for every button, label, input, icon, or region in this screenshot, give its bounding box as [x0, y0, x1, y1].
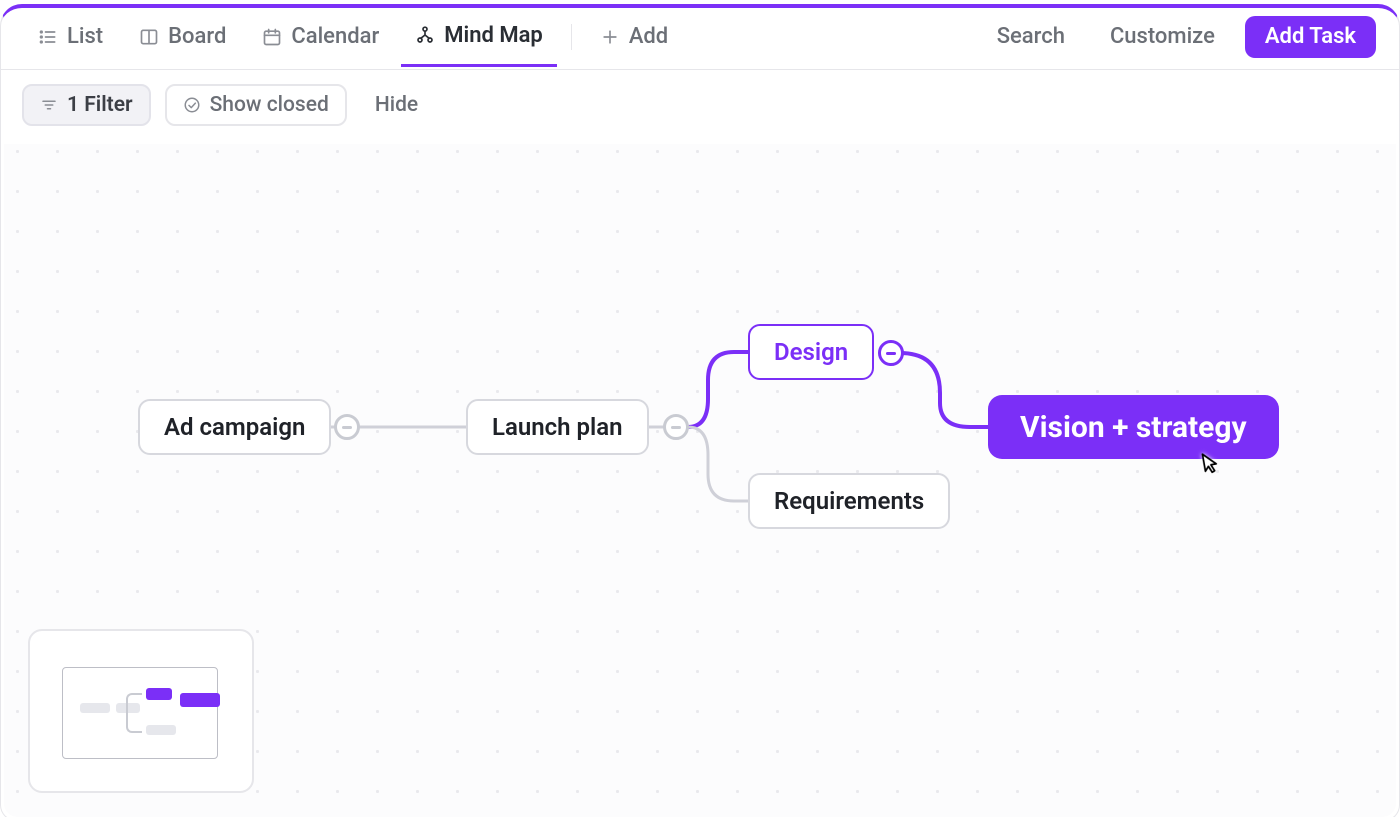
mini-map-node [146, 688, 172, 700]
chip-label: 1 Filter [67, 93, 133, 117]
node-design[interactable]: Design [748, 324, 874, 380]
tab-list[interactable]: List [24, 7, 117, 67]
mini-map[interactable] [28, 629, 254, 793]
node-ad-campaign[interactable]: Ad campaign [138, 399, 331, 455]
node-vision-strategy[interactable]: Vision + strategy [988, 395, 1279, 459]
collapse-handle[interactable] [878, 340, 904, 366]
calendar-icon [262, 27, 282, 47]
tab-label: Mind Map [444, 23, 543, 48]
tab-mind-map[interactable]: Mind Map [401, 7, 557, 67]
tab-board[interactable]: Board [125, 7, 240, 67]
tab-label: Calendar [291, 24, 379, 49]
node-label: Requirements [774, 487, 924, 515]
chip-label: Show closed [210, 93, 329, 117]
filter-chip[interactable]: 1 Filter [22, 84, 151, 126]
button-label: Add Task [1265, 24, 1356, 49]
mini-map-node [80, 703, 110, 713]
tab-label: List [67, 24, 103, 49]
mini-map-node [180, 693, 220, 707]
link-label: Hide [375, 93, 418, 117]
plus-icon [600, 27, 620, 47]
hide-button[interactable]: Hide [361, 93, 432, 117]
tabs-divider [571, 24, 572, 50]
node-label: Vision + strategy [1020, 410, 1247, 445]
mind-map-canvas[interactable]: Ad campaign Launch plan Design Requireme… [4, 144, 1396, 817]
tab-add-view[interactable]: Add [586, 7, 682, 67]
filter-bar: 1 Filter Show closed Hide [0, 70, 1400, 140]
collapse-handle[interactable] [663, 414, 689, 440]
button-label: Search [997, 24, 1065, 49]
node-label: Ad campaign [164, 413, 305, 441]
tab-calendar[interactable]: Calendar [248, 7, 393, 67]
collapse-handle[interactable] [334, 414, 360, 440]
mind-map-icon [415, 25, 435, 45]
list-icon [38, 27, 58, 47]
view-tabs-bar: List Board Calendar Mind Map Add Search [0, 4, 1400, 70]
node-label: Launch plan [492, 413, 623, 441]
add-task-button[interactable]: Add Task [1245, 16, 1376, 58]
button-label: Customize [1110, 24, 1215, 49]
show-closed-chip[interactable]: Show closed [165, 84, 347, 126]
mini-map-node [146, 725, 176, 735]
check-circle-icon [183, 96, 201, 114]
customize-button[interactable]: Customize [1087, 15, 1229, 59]
board-icon [139, 27, 159, 47]
node-label: Design [774, 338, 848, 366]
tab-label: Board [168, 24, 226, 49]
node-launch-plan[interactable]: Launch plan [466, 399, 649, 455]
tab-label: Add [629, 24, 668, 49]
filter-icon [40, 96, 58, 114]
search-button[interactable]: Search [974, 15, 1079, 59]
node-requirements[interactable]: Requirements [748, 473, 950, 529]
mini-map-branch [126, 693, 142, 733]
